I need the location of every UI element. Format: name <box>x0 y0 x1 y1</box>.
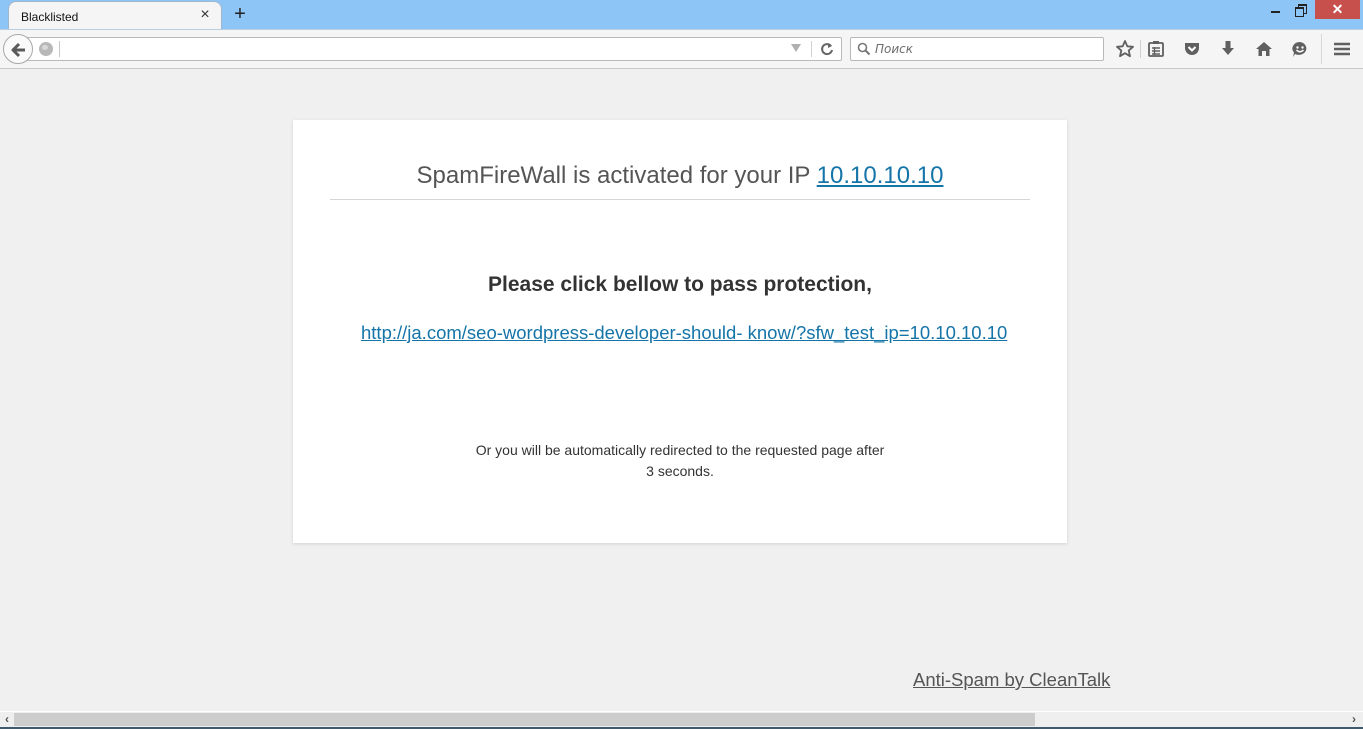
new-tab-button[interactable]: + <box>230 4 250 24</box>
scrollbar-thumb[interactable] <box>14 713 1035 726</box>
download-icon[interactable] <box>1218 39 1238 59</box>
headline-text: SpamFireWall is activated for your IP <box>416 162 817 189</box>
cleantalk-link[interactable]: Anti-Spam by CleanTalk <box>913 669 1110 691</box>
search-icon <box>857 42 871 56</box>
reload-icon[interactable] <box>818 40 836 58</box>
redirect-line: Or you will be automatically redirected … <box>475 442 885 458</box>
window-close-button[interactable]: ✕ <box>1315 0 1360 19</box>
url-separator <box>811 41 812 57</box>
pass-protection-link[interactable]: http://ja.com/seo-wordpress-developer-sh… <box>361 322 1007 344</box>
dropdown-arrow-icon[interactable] <box>791 44 801 52</box>
navigation-bar <box>0 29 1363 69</box>
tab-blacklisted[interactable]: Blacklisted × <box>8 1 222 30</box>
url-bar[interactable] <box>24 37 842 61</box>
scroll-right-icon[interactable]: › <box>1347 712 1361 727</box>
url-input[interactable] <box>63 40 783 58</box>
divider <box>330 199 1030 200</box>
redirect-countdown: 3 seconds. <box>646 463 714 479</box>
tab-title: Blacklisted <box>21 10 79 24</box>
arrow-left-icon <box>11 42 25 58</box>
scroll-left-icon[interactable]: ‹ <box>0 712 14 727</box>
title-bar: Blacklisted × + ✕ <box>0 0 1363 30</box>
horizontal-scrollbar[interactable]: ‹ › <box>0 711 1363 727</box>
page-title: SpamFireWall is activated for your IP 10… <box>293 162 1067 190</box>
instruction-text: Please click bellow to pass protection, <box>488 273 872 296</box>
menu-icon[interactable] <box>1332 39 1352 59</box>
restore-button[interactable] <box>1290 2 1310 18</box>
bookmark-star-icon[interactable] <box>1115 39 1135 59</box>
ip-link[interactable]: 10.10.10.10 <box>817 162 944 189</box>
url-separator <box>59 41 60 57</box>
chat-icon[interactable] <box>1290 39 1310 59</box>
search-input[interactable] <box>875 40 1095 58</box>
pocket-icon[interactable] <box>1182 39 1202 59</box>
back-button[interactable] <box>3 34 33 64</box>
close-tab-icon[interactable]: × <box>197 7 213 23</box>
redirect-notice: Or you will be automatically redirected … <box>293 440 1067 482</box>
spamfirewall-card: SpamFireWall is activated for your IP 10… <box>293 120 1067 543</box>
minimize-button[interactable] <box>1266 2 1284 18</box>
home-icon[interactable] <box>1254 39 1274 59</box>
search-bar[interactable] <box>850 37 1104 61</box>
toolbar-separator <box>1140 40 1141 58</box>
globe-icon <box>39 42 53 56</box>
reading-list-icon[interactable] <box>1146 39 1166 59</box>
toolbar-separator <box>1321 34 1322 64</box>
